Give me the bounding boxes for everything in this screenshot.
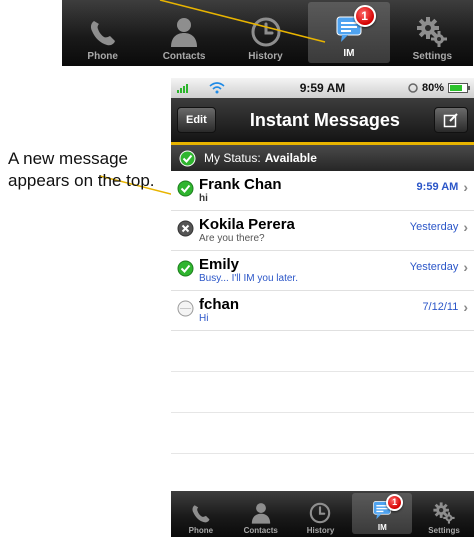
wifi-icon (209, 82, 225, 94)
empty-row (171, 331, 474, 372)
chevron-right-icon: › (463, 179, 468, 195)
contact-name: fchan (199, 296, 240, 313)
contacts-icon (249, 501, 273, 525)
top-tab-bar: Phone Contacts History 1 IM Settings (62, 0, 473, 66)
tab-label: Phone (87, 51, 118, 62)
message-time: 7/12/11 (422, 301, 459, 313)
message-time: Yesterday (409, 221, 459, 233)
clock-icon (308, 501, 332, 525)
gear-icon (415, 15, 449, 49)
contact-name: Emily (199, 256, 240, 273)
message-preview: Are you there? (199, 233, 265, 244)
chevron-right-icon: › (463, 299, 468, 315)
empty-row (171, 413, 474, 454)
status-time: 9:59 AM (299, 81, 346, 95)
tab-label: Contacts (162, 51, 206, 62)
empty-row (171, 372, 474, 413)
compose-button[interactable] (434, 107, 468, 133)
callout-text: A new message appears on the top. (8, 149, 155, 190)
available-status-icon (179, 150, 196, 166)
message-preview: Hi (199, 313, 209, 324)
tab-im[interactable]: 1 IM (308, 2, 390, 63)
tab-im[interactable]: 1 IM (352, 493, 413, 534)
my-status-row[interactable]: My Status: Available (171, 145, 474, 171)
conversation-list: Frank Chan hi 9:59 AM › Kokila Perera Ar… (171, 171, 474, 454)
status-bar: 9:59 AM 80% (171, 78, 474, 98)
tab-label: Phone (188, 526, 214, 535)
tab-label: Contacts (243, 526, 278, 535)
available-status-icon (177, 180, 194, 197)
compose-icon (443, 113, 458, 128)
page-title: Instant Messages (249, 109, 400, 130)
nav-bar: Edit Instant Messages (171, 98, 474, 142)
phone-icon (86, 15, 120, 49)
contact-name: Frank Chan (199, 176, 282, 193)
contacts-icon (167, 15, 201, 49)
message-preview: Busy... I'll IM you later. (199, 273, 298, 284)
tab-label: History (248, 51, 283, 62)
bottom-tab-bar: Phone Contacts History 1 IM Settings (171, 491, 474, 537)
list-item[interactable]: Frank Chan hi 9:59 AM › (171, 171, 474, 211)
unread-badge: 1 (353, 5, 376, 27)
list-item[interactable]: Emily Busy... I'll IM you later. Yesterd… (171, 251, 474, 291)
battery-percent: 80% (421, 82, 444, 94)
tab-settings[interactable]: Settings (392, 0, 473, 66)
tab-settings[interactable]: Settings (414, 491, 474, 537)
tab-label: Settings (428, 526, 460, 535)
chevron-right-icon: › (463, 219, 468, 235)
lock-rotation-icon (408, 83, 418, 93)
message-preview: hi (199, 193, 208, 204)
tab-contacts[interactable]: Contacts (231, 491, 291, 537)
contact-name: Kokila Perera (199, 216, 295, 233)
tab-history[interactable]: History (291, 491, 351, 537)
message-time: Yesterday (409, 261, 459, 273)
tab-contacts[interactable]: Contacts (143, 0, 224, 66)
unread-badge: 1 (386, 494, 404, 511)
tab-label: IM (377, 523, 387, 532)
clock-icon (249, 15, 283, 49)
battery-icon (447, 83, 470, 93)
tab-phone[interactable]: Phone (171, 491, 231, 537)
signal-icon (177, 84, 188, 93)
gear-icon (432, 501, 456, 525)
my-status-value: Available (264, 151, 317, 165)
available-status-icon (177, 260, 194, 277)
tab-history[interactable]: History (225, 0, 306, 66)
offline-status-icon (177, 300, 194, 317)
tab-label: IM (343, 48, 355, 59)
phone-screen: 9:59 AM 80% Edit Instant Messages My Sta… (171, 78, 474, 491)
tab-phone[interactable]: Phone (62, 0, 143, 66)
edit-button[interactable]: Edit (177, 107, 216, 133)
busy-status-icon (177, 220, 194, 237)
tab-label: Settings (412, 51, 453, 62)
list-item[interactable]: fchan Hi 7/12/11 › (171, 291, 474, 331)
chevron-right-icon: › (463, 259, 468, 275)
my-status-label: My Status: (204, 151, 261, 165)
list-item[interactable]: Kokila Perera Are you there? Yesterday › (171, 211, 474, 251)
tab-label: History (306, 526, 335, 535)
phone-icon (189, 501, 213, 525)
message-time: 9:59 AM (416, 181, 459, 193)
